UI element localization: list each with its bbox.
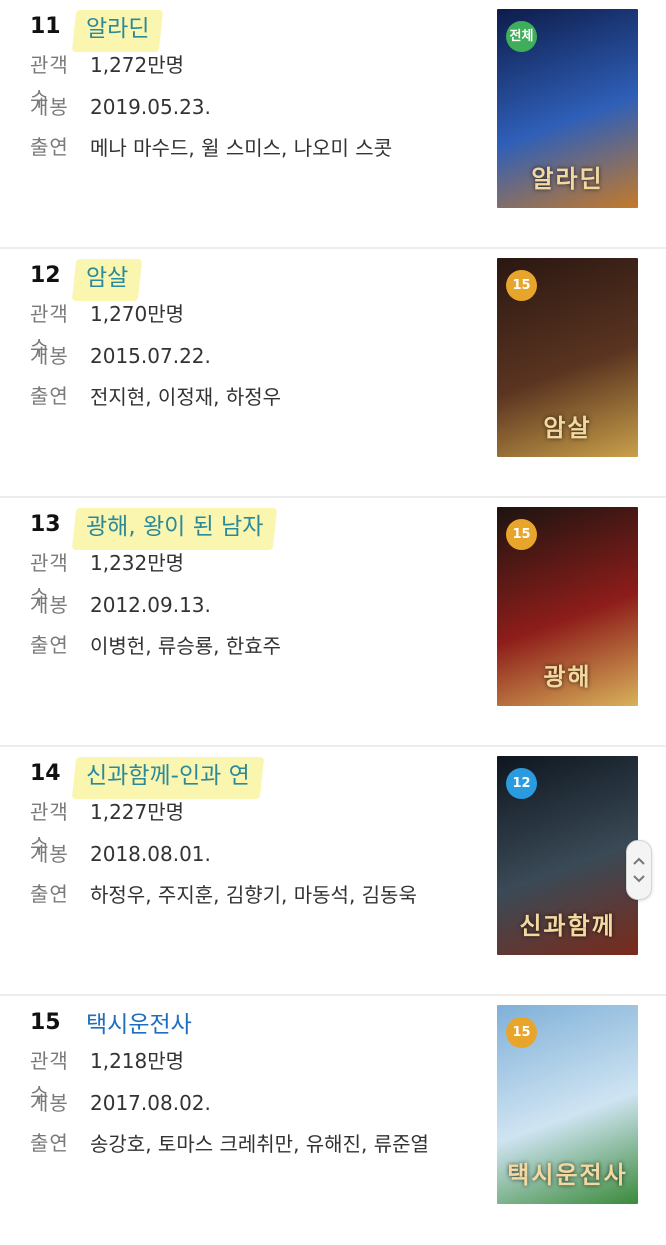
cast-label: 출연: [30, 384, 69, 408]
movie-item[interactable]: 15 택시운전사 관객수 1,218만명 개봉 2017.08.02. 출연 송…: [0, 996, 666, 1245]
release-row: 개봉 2017.08.02.: [30, 1086, 211, 1120]
age-rating-badge: 15: [506, 519, 537, 550]
title-row: 15 택시운전사: [30, 1000, 198, 1044]
age-rating-badge: 12: [506, 768, 537, 799]
release-row: 개봉 2019.05.23.: [30, 90, 211, 124]
movie-item[interactable]: 12 암살 관객수 1,270만명 개봉 2015.07.22. 출연 전지현,…: [0, 249, 666, 498]
cast-row: 출연 하정우, 주지훈, 김향기, 마동석, 김동욱: [30, 877, 465, 913]
age-rating-badge: 전체: [506, 21, 537, 52]
movie-title-link[interactable]: 광해, 왕이 된 남자: [82, 512, 269, 544]
movie-title-link[interactable]: 알라딘: [82, 14, 155, 46]
title-row: 12 암살: [30, 253, 134, 297]
poster-title-text: 택시운전사: [507, 1161, 628, 1189]
age-rating-badge: 15: [506, 270, 537, 301]
release-label: 개봉: [30, 1091, 69, 1115]
title-row: 14 신과함께-인과 연: [30, 751, 256, 795]
chevron-up-icon: [633, 857, 645, 865]
movie-item[interactable]: 14 신과함께-인과 연 관객수 1,227만명 개봉 2018.08.01. …: [0, 747, 666, 996]
movie-poster[interactable]: 12 신과함께: [497, 756, 638, 955]
movie-item[interactable]: 13 광해, 왕이 된 남자 관객수 1,232만명 개봉 2012.09.13…: [0, 498, 666, 747]
release-row: 개봉 2012.09.13.: [30, 588, 211, 622]
movie-poster[interactable]: 15 암살: [497, 258, 638, 457]
movie-ranking-list: 11 알라딘 관객수 1,272만명 개봉 2019.05.23. 출연 메나 …: [0, 0, 666, 1245]
movie-poster[interactable]: 15 택시운전사: [497, 1005, 638, 1204]
release-value: 2018.08.01.: [90, 842, 211, 866]
release-value: 2019.05.23.: [90, 95, 211, 119]
release-row: 개봉 2015.07.22.: [30, 339, 211, 373]
cast-row: 출연 메나 마수드, 윌 스미스, 나오미 스콧: [30, 130, 465, 166]
movie-title-link[interactable]: 암살: [82, 263, 134, 295]
release-label: 개봉: [30, 842, 69, 866]
movie-item[interactable]: 11 알라딘 관객수 1,272만명 개봉 2019.05.23. 출연 메나 …: [0, 0, 666, 249]
poster-title-text: 알라딘: [531, 165, 604, 193]
release-value: 2015.07.22.: [90, 344, 211, 368]
poster-title-text: 신과함께: [519, 912, 616, 940]
movie-poster[interactable]: 전체 알라딘: [497, 9, 638, 208]
cast-value: 송강호, 토마스 크레취만, 유해진, 류준열: [90, 1132, 429, 1156]
poster-title-text: 암살: [543, 414, 592, 442]
title-row: 13 광해, 왕이 된 남자: [30, 502, 269, 546]
cast-value: 메나 마수드, 윌 스미스, 나오미 스콧: [90, 136, 393, 160]
release-value: 2017.08.02.: [90, 1091, 211, 1115]
cast-row: 출연 이병헌, 류승룡, 한효주: [30, 628, 465, 664]
release-label: 개봉: [30, 344, 69, 368]
chevron-down-icon: [633, 875, 645, 883]
movie-title-link[interactable]: 신과함께-인과 연: [82, 761, 256, 793]
poster-title-text: 광해: [543, 663, 592, 691]
cast-label: 출연: [30, 882, 69, 906]
release-label: 개봉: [30, 95, 69, 119]
release-value: 2012.09.13.: [90, 593, 211, 617]
cast-value: 하정우, 주지훈, 김향기, 마동석, 김동욱: [90, 883, 417, 907]
cast-value: 전지현, 이정재, 하정우: [90, 385, 282, 409]
title-row: 11 알라딘: [30, 4, 155, 48]
movie-poster[interactable]: 15 광해: [497, 507, 638, 706]
movie-title-link[interactable]: 택시운전사: [82, 1010, 198, 1042]
cast-label: 출연: [30, 633, 69, 657]
release-label: 개봉: [30, 593, 69, 617]
cast-row: 출연 송강호, 토마스 크레취만, 유해진, 류준열: [30, 1126, 465, 1162]
age-rating-badge: 15: [506, 1017, 537, 1048]
scroll-handle[interactable]: [626, 840, 652, 900]
cast-label: 출연: [30, 1131, 69, 1155]
cast-value: 이병헌, 류승룡, 한효주: [90, 634, 282, 658]
cast-row: 출연 전지현, 이정재, 하정우: [30, 379, 465, 415]
release-row: 개봉 2018.08.01.: [30, 837, 211, 871]
cast-label: 출연: [30, 135, 69, 159]
rank-number: 15: [30, 1009, 61, 1035]
